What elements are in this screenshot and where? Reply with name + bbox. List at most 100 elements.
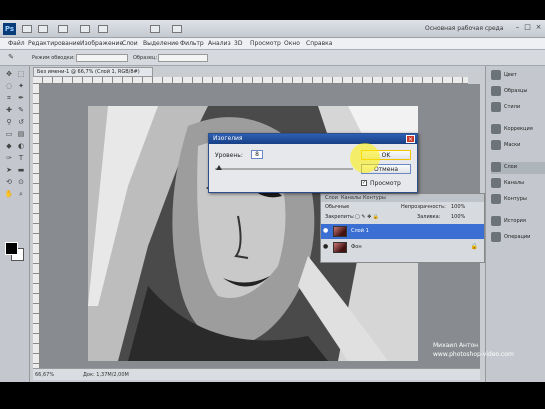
history-brush-tool-icon[interactable]: ↺ <box>16 118 26 127</box>
menu-image[interactable]: Изображение <box>80 40 123 47</box>
pen-tool-icon[interactable]: ✑ <box>4 154 14 163</box>
3d-rotate-tool-icon[interactable]: ⟲ <box>4 178 14 187</box>
menu-view[interactable]: Просмотр <box>250 40 281 47</box>
visibility-eye-icon[interactable]: ● <box>323 228 329 234</box>
hand-tool-icon[interactable] <box>80 25 90 33</box>
blur-tool-icon[interactable]: ◆ <box>4 142 14 151</box>
level-input[interactable]: 8 <box>251 150 263 159</box>
dock-item-color[interactable]: Цвет <box>491 70 545 82</box>
level-slider-thumb[interactable] <box>216 165 223 170</box>
panel-dock: Цвет Образцы Стили Коррекция Маски Слои … <box>485 66 545 382</box>
menu-help[interactable]: Справка <box>306 40 332 47</box>
screen-mode-icon[interactable] <box>172 25 182 33</box>
menu-analysis[interactable]: Анализ <box>208 40 231 47</box>
eraser-tool-icon[interactable]: ▭ <box>4 130 14 139</box>
dock-item-paths[interactable]: Контуры <box>491 194 545 206</box>
dodge-tool-icon[interactable]: ◐ <box>16 142 26 151</box>
menu-edit[interactable]: Редактирование <box>28 40 80 47</box>
eyedropper-tool-icon[interactable]: ✒ <box>16 94 26 103</box>
dock-item-swatches[interactable]: Образцы <box>491 86 545 98</box>
level-slider[interactable] <box>215 165 353 170</box>
tab-paths[interactable]: Контуры <box>363 195 386 201</box>
layer-row-layer1[interactable]: ● Слой 1 <box>321 224 484 239</box>
blend-mode-select[interactable]: Обычные <box>325 204 349 210</box>
lock-icons[interactable]: ▢ ✎ ✥ 🔒 <box>355 214 379 220</box>
path-selection-tool-icon[interactable]: ➤ <box>4 166 14 175</box>
dock-item-label: Операции <box>504 234 531 240</box>
layer-thumbnail <box>333 242 347 253</box>
gradient-tool-icon[interactable]: ▤ <box>16 130 26 139</box>
close-icon[interactable]: × <box>406 135 415 143</box>
zoom-tool-icon[interactable]: ⌕ <box>16 190 26 199</box>
dock-item-label: История <box>504 218 526 224</box>
close-icon[interactable]: × <box>535 24 542 31</box>
visibility-eye-icon[interactable]: ● <box>323 244 329 250</box>
menu-layer[interactable]: Слои <box>122 40 138 47</box>
brush-tool-icon[interactable]: ✎ <box>16 106 26 115</box>
menu-3d[interactable]: 3D <box>234 40 242 47</box>
horizontal-ruler <box>33 77 468 84</box>
tab-layers[interactable]: Слои <box>325 195 338 201</box>
photoshop-logo: Ps <box>3 23 16 35</box>
menu-file[interactable]: Файл <box>8 40 25 47</box>
rotate-view-icon[interactable] <box>98 25 108 33</box>
history-icon <box>491 216 501 226</box>
styles-icon <box>491 102 501 112</box>
menu-filter[interactable]: Фильтр <box>180 40 204 47</box>
adjustments-icon <box>491 124 501 134</box>
color-icon <box>491 70 501 80</box>
workspace-switcher[interactable]: Основная рабочая среда <box>425 25 504 32</box>
tool-preset-icon[interactable]: ✎ <box>6 53 16 62</box>
layer-row-background[interactable]: ● Фон 🔒 <box>321 240 484 255</box>
app-window: Ps Основная рабочая среда – □ × Файл Ред… <box>0 20 545 382</box>
layer-name: Слой 1 <box>351 228 369 234</box>
fill-label: Заливка: <box>417 214 441 220</box>
bridge-icon[interactable] <box>22 25 32 33</box>
masks-icon <box>491 140 501 150</box>
crop-tool-icon[interactable]: ⌗ <box>4 94 14 103</box>
watermark-author: Михаил Антон <box>433 342 479 349</box>
document-tab[interactable]: Без имени-1 @ 66,7% (Слой 1, RGB/8#) <box>33 67 153 77</box>
arrange-documents-icon[interactable] <box>150 25 160 33</box>
minimize-icon[interactable]: – <box>514 24 521 31</box>
options-bar: ✎ Режим обводки: Образец: <box>0 50 545 66</box>
dock-item-label: Образцы <box>504 88 528 94</box>
menu-select[interactable]: Выделение <box>143 40 179 47</box>
type-tool-icon[interactable]: T <box>16 154 26 163</box>
zoom-level-icon[interactable] <box>58 25 68 33</box>
fill-value[interactable]: 100% <box>451 214 465 220</box>
menu-window[interactable]: Окно <box>284 40 300 47</box>
opacity-value[interactable]: 100% <box>451 204 465 210</box>
3d-orbit-tool-icon[interactable]: ⊙ <box>16 178 26 187</box>
lasso-tool-icon[interactable]: ◌ <box>4 82 14 91</box>
sample-select[interactable] <box>158 54 208 62</box>
zoom-readout[interactable]: 66,67% <box>35 372 54 378</box>
dock-item-styles[interactable]: Стили <box>491 102 545 114</box>
opacity-label: Непрозрачность: <box>401 204 446 210</box>
hand-tool-icon[interactable]: ✋ <box>4 190 14 199</box>
lock-icon: 🔒 <box>470 243 478 250</box>
move-tool-icon[interactable]: ✥ <box>4 70 14 79</box>
dock-item-channels[interactable]: Каналы <box>491 178 545 190</box>
dock-item-layers[interactable]: Слои <box>491 162 545 174</box>
stroke-mode-select[interactable] <box>76 54 128 62</box>
dock-item-masks[interactable]: Маски <box>491 140 545 152</box>
magic-wand-tool-icon[interactable]: ✦ <box>16 82 26 91</box>
status-bar: 66,67% Док: 1,37М/2,00М <box>33 368 480 380</box>
foreground-color-swatch[interactable] <box>5 242 18 255</box>
clone-stamp-tool-icon[interactable]: ⚲ <box>4 118 14 127</box>
preview-checkbox[interactable]: ✓ <box>361 180 367 186</box>
menu-bar: Файл Редактирование Изображение Слои Выд… <box>0 38 545 50</box>
dock-item-adjustments[interactable]: Коррекция <box>491 124 545 136</box>
layers-icon <box>491 162 501 172</box>
dock-item-label: Коррекция <box>504 126 533 132</box>
vertical-ruler <box>33 84 40 369</box>
dock-item-history[interactable]: История <box>491 216 545 228</box>
minibridge-icon[interactable] <box>38 25 48 33</box>
marquee-tool-icon[interactable]: ⬚ <box>16 70 26 79</box>
healing-tool-icon[interactable]: ✚ <box>4 106 14 115</box>
tab-channels[interactable]: Каналы <box>341 195 361 201</box>
maximize-icon[interactable]: □ <box>524 24 531 31</box>
dock-item-actions[interactable]: Операции <box>491 232 545 244</box>
shape-tool-icon[interactable]: ▬ <box>16 166 26 175</box>
